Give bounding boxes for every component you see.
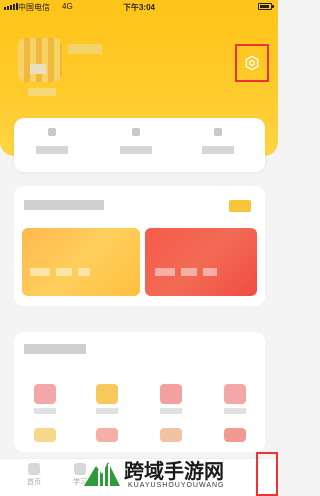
feature-label-blurred: [160, 408, 182, 414]
user-subtitle-blurred: [28, 88, 56, 96]
folder-icon[interactable]: [229, 200, 251, 212]
feature-icon[interactable]: [34, 428, 56, 442]
feature-icon[interactable]: [96, 428, 118, 442]
feature-icon[interactable]: [96, 384, 118, 404]
stat-item[interactable]: [26, 118, 86, 172]
status-bar: 中国电信 4G 下午3:04: [0, 0, 278, 14]
feature-icon[interactable]: [224, 384, 246, 404]
watermark-logo-icon: [84, 462, 120, 486]
feature-label-blurred: [96, 408, 118, 414]
watermark-subtitle: KUAYUSHOUYOUWANG: [128, 482, 225, 489]
feature-label-blurred: [224, 408, 246, 414]
watermark-title: 跨域手游网: [124, 459, 224, 483]
avatar[interactable]: [18, 38, 62, 82]
section-title-blurred: [24, 344, 86, 354]
feature-icon[interactable]: [224, 428, 246, 442]
nav-label: 首页: [27, 479, 41, 486]
watermark: 跨域手游网 KUAYUSHOUYOUWANG: [82, 452, 278, 496]
settings-button[interactable]: [235, 44, 269, 82]
feature-icon[interactable]: [34, 384, 56, 404]
clock: 下午3:04: [122, 3, 155, 12]
battery-icon: [258, 3, 274, 10]
highlight-box: [256, 452, 278, 496]
feature-icon[interactable]: [160, 384, 182, 404]
gear-icon: [245, 55, 259, 71]
feature-label-blurred: [34, 408, 56, 414]
user-name-blurred: [68, 44, 102, 54]
nav-item-home[interactable]: 首页: [14, 463, 54, 493]
home-icon: [28, 463, 40, 475]
stat-item[interactable]: [192, 118, 252, 172]
stats-card: [14, 118, 265, 172]
feature-icon[interactable]: [160, 428, 182, 442]
stat-item[interactable]: [110, 118, 170, 172]
promo-banner-orange[interactable]: [22, 228, 140, 296]
feature-grid-section: [14, 332, 265, 452]
promo-section: [14, 186, 265, 306]
section-title-blurred: [24, 200, 104, 210]
promo-banner-red[interactable]: [145, 228, 257, 296]
